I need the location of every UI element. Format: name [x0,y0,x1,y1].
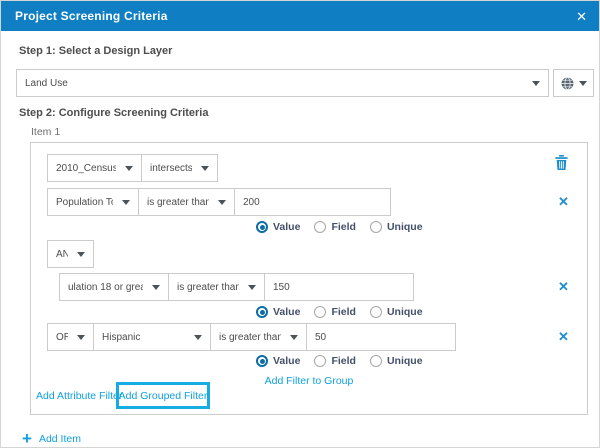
item1-panel: 2010_Census_Blocks intersects Population… [30,142,588,415]
group-filter1-field-value: ulation 18 or greater [68,281,143,293]
group-filter2-value-input[interactable] [306,323,456,351]
radio-unique[interactable]: Unique [369,306,423,318]
remove-group-filter1-icon[interactable]: ✕ [558,280,569,293]
design-layer-select[interactable]: Land Use [16,69,549,97]
join-operator-select[interactable]: AND [47,240,94,268]
dialog-header: Project Screening Criteria ✕ [1,1,599,31]
chevron-down-icon [201,165,209,171]
filter1-value-input[interactable] [234,188,391,216]
add-grouped-filter-link[interactable]: Add Grouped Filter [119,390,208,402]
add-grouped-filter-highlight: Add Grouped Filter [116,382,210,409]
filter1-field-value: Population Total [56,196,113,208]
radio-circle-icon [369,221,382,233]
add-item-link[interactable]: + Add Item [22,429,81,448]
delete-item-icon[interactable] [555,155,568,170]
globe-icon [561,76,573,90]
source-layer-row: 2010_Census_Blocks intersects [47,154,218,182]
radio-circle-icon [314,355,327,367]
chevron-down-icon [248,284,256,290]
radio-circle-icon [256,355,268,367]
radio-field[interactable]: Field [314,355,356,367]
radio-field[interactable]: Field [314,221,356,233]
chevron-down-icon [290,334,298,340]
radio-field[interactable]: Field [314,306,356,318]
chevron-down-icon [152,284,160,290]
chevron-down-icon [194,334,202,340]
radio-circle-icon [256,221,268,233]
group-filter2-mode-radios: Value Field Unique [256,354,423,368]
item1-label: Item 1 [31,126,61,138]
group-filter2-field-value: Hispanic [102,331,141,343]
spatial-operator-value: intersects [150,162,192,174]
chevron-down-icon [122,199,130,205]
add-item-label: Add Item [38,433,81,445]
group-filter1-mode-radios: Value Field Unique [256,305,423,319]
filter1-row: Population Total is greater than [47,188,391,216]
group-filter2-operator-value: is greater than [219,331,281,343]
add-filter-to-group-link[interactable]: Add Filter to Group [265,375,354,387]
remove-group-filter2-icon[interactable]: ✕ [558,330,569,343]
source-layer-value: 2010_Census_Blocks [56,162,116,174]
radio-value[interactable]: Value [256,306,300,318]
group-filter2-row: OR Hispanic is greater than [47,323,456,351]
group-filter1-field-select[interactable]: ulation 18 or greater [59,273,169,301]
step2-label: Step 2: Configure Screening Criteria [19,107,209,119]
group-filter2-operator-select[interactable]: is greater than [210,323,307,351]
filter1-mode-radios: Value Field Unique [256,220,423,234]
group-filter1-operator-value: is greater than [177,281,239,293]
group-filter1-row: ulation 18 or greater is greater than [59,273,414,301]
close-icon[interactable]: ✕ [576,10,587,23]
join-operator-value: AND [56,248,68,260]
radio-circle-icon [314,306,327,318]
radio-circle-icon [314,221,327,233]
radio-unique[interactable]: Unique [369,221,423,233]
project-screening-criteria-dialog: Project Screening Criteria ✕ Step 1: Sel… [0,0,600,448]
chevron-down-icon [125,165,133,171]
chevron-down-icon [532,80,540,86]
filter1-operator-value: is greater than [147,196,209,208]
dialog-title: Project Screening Criteria [15,9,168,23]
group-filter2-field-select[interactable]: Hispanic [93,323,211,351]
filter1-field-select[interactable]: Population Total [47,188,139,216]
group-filter1-operator-select[interactable]: is greater than [168,273,265,301]
remove-filter1-icon[interactable]: ✕ [558,195,569,208]
add-attribute-filter-link[interactable]: Add Attribute Filter [36,390,122,402]
radio-value[interactable]: Value [256,355,300,367]
radio-circle-icon [369,306,382,318]
chevron-down-icon [578,80,587,86]
filter1-operator-select[interactable]: is greater than [138,188,235,216]
radio-circle-icon [369,355,382,367]
add-filter-to-group-wrap: Add Filter to Group [31,371,587,389]
group-filter2-join-value: OR [56,331,68,343]
group-filter2-join-select[interactable]: OR [47,323,94,351]
source-layer-select[interactable]: 2010_Census_Blocks [47,154,142,182]
radio-unique[interactable]: Unique [369,355,423,367]
group-filter1-value-input[interactable] [264,273,414,301]
chevron-down-icon [77,334,85,340]
radio-value[interactable]: Value [256,221,300,233]
spatial-operator-select[interactable]: intersects [141,154,218,182]
radio-circle-icon [256,306,268,318]
chevron-down-icon [77,251,85,257]
layer-options-button[interactable] [553,69,594,97]
join-operator-row: AND [47,240,94,268]
plus-icon: + [22,429,32,448]
step1-label: Step 1: Select a Design Layer [19,45,173,57]
chevron-down-icon [218,199,226,205]
design-layer-value: Land Use [25,77,68,89]
